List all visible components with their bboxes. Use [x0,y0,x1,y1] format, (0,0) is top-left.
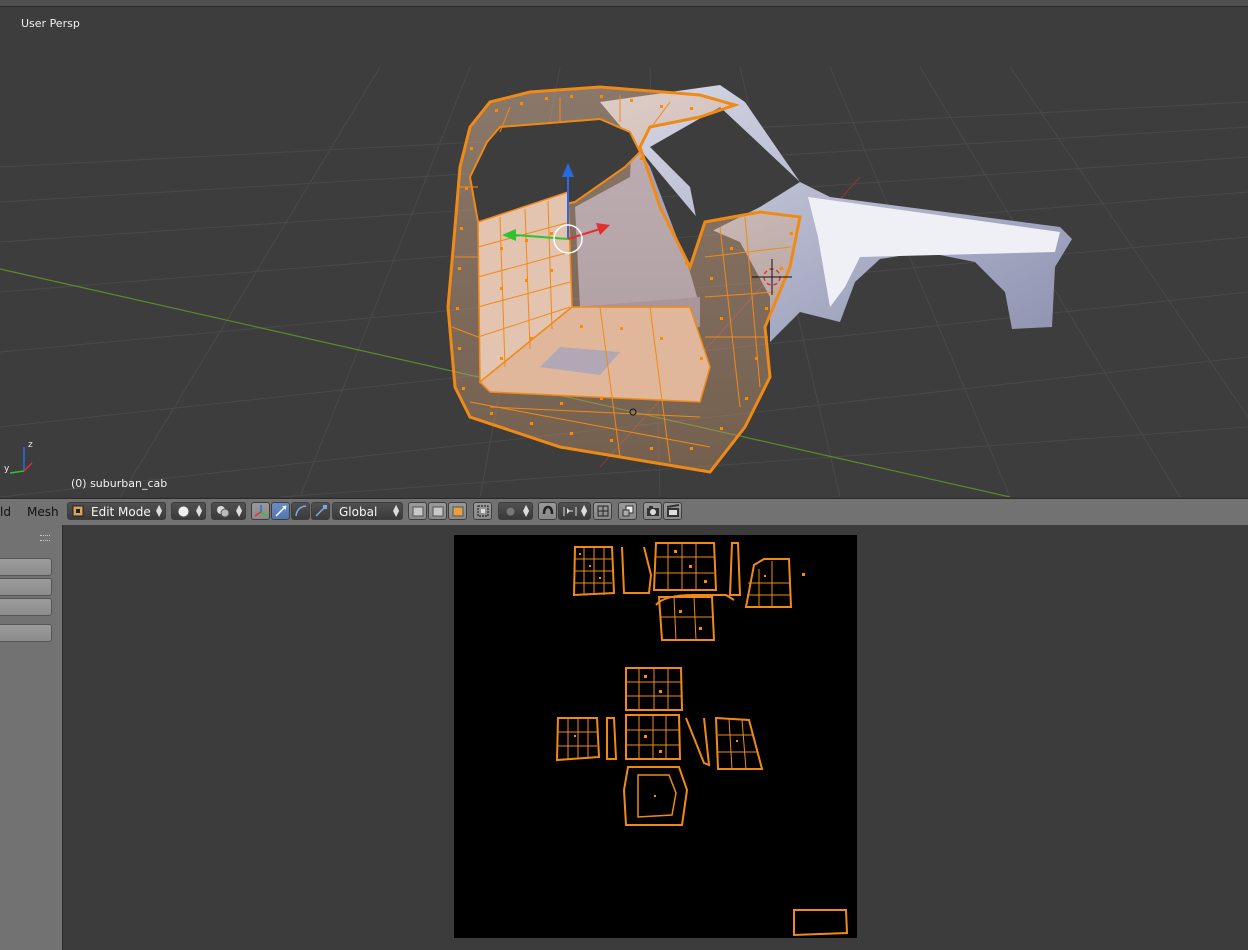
edge-select-icon [432,506,444,517]
menu-select-cut[interactable]: ld [0,505,11,519]
object-label: (0) suburban_cab [71,477,168,490]
mode-select-label: Edit Mode [91,505,151,519]
view-label: User Persp [21,17,80,30]
scene-canvas[interactable] [0,7,1248,497]
transform-options-toggle[interactable] [618,502,637,520]
proportional-edit-icon [505,506,516,517]
viewport-header: ld Mesh Edit Mode ▲ ▼ ▲ ▼ ▲ ▼ Global ▲ ▼… [0,498,1248,526]
scale-icon [315,505,327,517]
render-animation-button[interactable] [663,502,682,520]
viewport-shading-icon [177,505,190,518]
edge-select-toggle[interactable] [428,502,447,520]
pivot-point-select[interactable]: ▲ ▼ [211,502,246,520]
render-animation-icon [666,504,680,517]
transform-options-icon [622,505,634,517]
snap-toggle[interactable] [538,502,557,520]
viewport-shading-select[interactable]: ▲ ▼ [171,502,206,520]
updown-icon: ▲ ▼ [581,503,588,518]
render-icon [647,506,659,516]
axes-widget: z y [4,440,33,474]
manipulator-toggle[interactable] [251,502,270,520]
translate-icon [275,505,287,517]
face-select-toggle[interactable] [448,502,467,520]
updown-icon: ▲ ▼ [523,503,530,518]
snap-target-toggle[interactable] [593,502,612,520]
snap-target-icon [597,505,609,517]
menu-mesh[interactable]: Mesh [27,505,59,519]
snap-element-icon [563,507,577,516]
updown-icon: ▲ ▼ [236,503,243,518]
translate-toggle[interactable] [271,502,290,520]
tool-button-1[interactable] [0,558,52,576]
snap-icon [542,505,554,515]
face-select-icon [452,506,464,517]
snap-element-select[interactable]: ▲ ▼ [558,502,591,520]
3d-viewport[interactable]: User Persp (0) suburban_cab z y [0,7,1248,497]
orientation-select[interactable]: Global ▲ ▼ [332,502,403,520]
mode-select[interactable]: Edit Mode ▲ ▼ [67,502,166,520]
orientation-select-label: Global [339,505,378,519]
proportional-edit-select[interactable]: ▲ ▼ [498,502,533,520]
vertex-select-toggle[interactable] [408,502,427,520]
render-button[interactable] [643,502,662,520]
uv-editor[interactable] [63,525,1248,950]
tool-button-4[interactable] [0,624,52,642]
panel-grip-icon[interactable] [40,535,50,541]
tool-button-2[interactable] [0,578,52,596]
axis-z-label: z [28,440,33,450]
updown-icon: ▲ ▼ [156,503,163,518]
updown-icon: ▲ ▼ [196,503,203,518]
updown-icon: ▲ ▼ [393,503,400,518]
scale-toggle[interactable] [311,502,330,520]
manipulator-icon [254,505,268,517]
limit-selection-toggle[interactable] [473,502,492,520]
rotate-icon [295,505,307,517]
tool-button-3[interactable] [0,598,52,616]
uv-tool-panel [0,525,63,950]
top-strip [0,0,1248,7]
axis-y-label: y [4,464,10,474]
mode-icon [72,505,84,517]
uv-canvas[interactable] [454,535,857,938]
uv-islands[interactable] [454,535,857,938]
vertex-select-icon [412,506,424,517]
limit-selection-icon [477,505,489,517]
pivot-point-icon [217,506,230,518]
rotate-toggle[interactable] [291,502,310,520]
